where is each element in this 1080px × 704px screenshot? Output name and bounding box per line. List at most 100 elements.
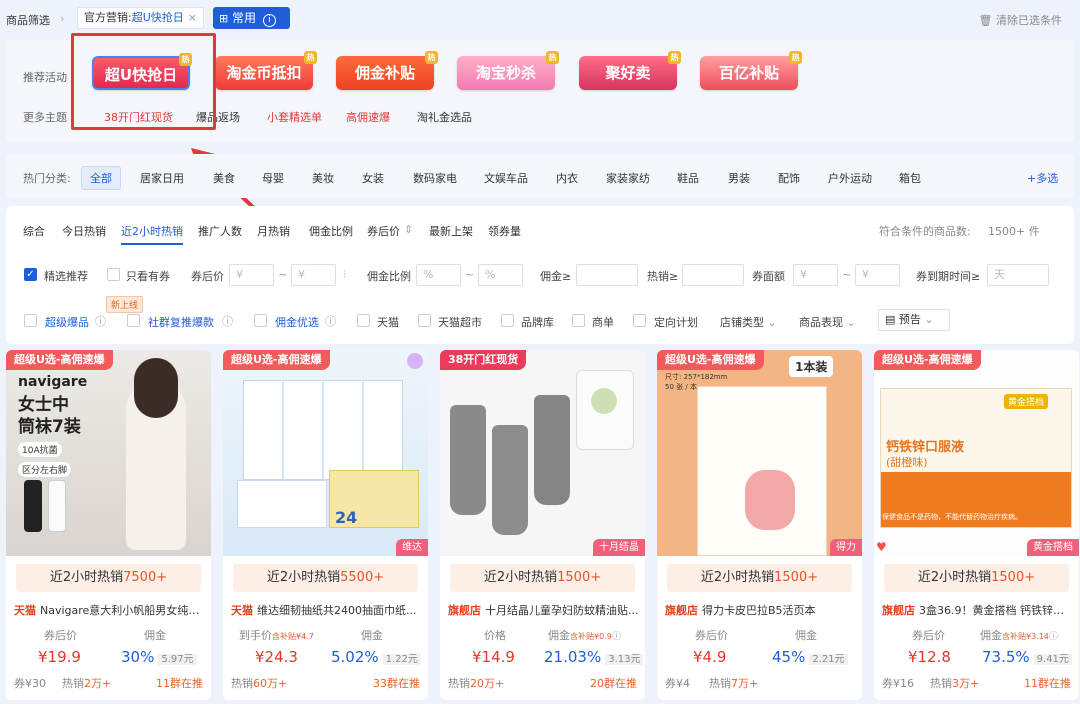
product-image[interactable]: 尺寸: 257*182mm 50 张 / 本 1本装: [657, 350, 862, 556]
commission-input[interactable]: [576, 264, 638, 286]
product-title[interactable]: 天猫 维达细韧抽纸共2400抽面巾纸...: [231, 602, 423, 618]
sales-value: 7万+: [731, 677, 759, 690]
sort-tab[interactable]: 综合: [23, 223, 45, 239]
preview-label: 预告: [898, 313, 921, 326]
multi-select-button[interactable]: +多选: [1027, 170, 1058, 186]
preview-dropdown[interactable]: ▤ 预告 ⌄: [878, 309, 950, 331]
checkbox-coupon-only[interactable]: [107, 268, 120, 281]
ratio-min-input[interactable]: %: [416, 264, 461, 286]
commission-amount: 3.13元: [605, 654, 644, 665]
expire-input[interactable]: 天: [987, 264, 1049, 286]
category-all[interactable]: 全部: [81, 166, 121, 190]
commission-pick-label: 佣金优选: [275, 316, 319, 329]
commission-amount: 1.22元: [382, 654, 421, 665]
category-item[interactable]: 户外运动: [828, 170, 872, 186]
checkbox-plan[interactable]: [633, 314, 646, 327]
category-item[interactable]: 数码家电: [413, 170, 457, 186]
result-count-label: 符合条件的商品数:: [879, 225, 971, 238]
category-item[interactable]: 配饰: [778, 170, 800, 186]
product-title[interactable]: 天猫 Navigare意大利小帆船男女纯色...: [14, 602, 206, 618]
promo-item-seckill[interactable]: 淘宝秒杀热: [457, 51, 559, 90]
checkbox-super-hot[interactable]: [24, 314, 37, 327]
category-item[interactable]: 女装: [362, 170, 384, 186]
promo-tag: 38开门红现货: [440, 350, 527, 370]
checkbox-featured[interactable]: ✓: [24, 268, 37, 281]
sort-tab[interactable]: 月热销: [257, 223, 290, 239]
sales-input[interactable]: [682, 264, 744, 286]
product-image[interactable]: 24: [223, 350, 428, 556]
hot-badge: 热: [304, 51, 317, 64]
category-item[interactable]: 家装家纺: [606, 170, 650, 186]
product-title[interactable]: 旗舰店 得力卡皮巴拉B5活页本: [665, 602, 857, 618]
shop-type-dropdown[interactable]: 店铺类型 ⌄: [720, 314, 777, 330]
sort-tab[interactable]: 今日热销: [62, 223, 106, 239]
group-count-text: 11群在推: [1024, 677, 1071, 690]
theme-link[interactable]: 小套精选单: [267, 109, 322, 125]
category-item[interactable]: 母婴: [262, 170, 284, 186]
checkbox-community[interactable]: [127, 314, 140, 327]
commission-rate: 45%: [772, 648, 806, 666]
category-item[interactable]: 居家日用: [140, 170, 184, 186]
sort-tab[interactable]: 券后价: [367, 223, 400, 239]
category-item[interactable]: 男装: [728, 170, 750, 186]
category-item[interactable]: 文娱车品: [484, 170, 528, 186]
product-title-text: Navigare意大利小帆船男女纯色...: [40, 604, 206, 617]
help-icon[interactable]: ⓘ: [95, 313, 106, 329]
product-title-text: 维达细韧抽纸共2400抽面巾纸...: [257, 604, 417, 617]
product-title[interactable]: 旗舰店 3盒36.9！黄金搭档 钙铁锌口...: [882, 602, 1074, 618]
sort-tab[interactable]: 最新上架: [429, 223, 473, 239]
product-card[interactable]: 尺寸: 257*182mm 50 张 / 本 1本装 超级U选-高佣速爆 得力 …: [657, 350, 862, 700]
promo-item-coin[interactable]: 淘金币抵扣热: [215, 51, 317, 90]
breadcrumb[interactable]: 商品筛选: [6, 12, 50, 28]
performance-dropdown[interactable]: 商品表现 ⌄: [799, 314, 856, 330]
hot-sales-label: 近2小时热销: [700, 570, 775, 585]
price-min-input[interactable]: ¥: [229, 264, 274, 286]
coupon-max-input[interactable]: ¥: [855, 264, 900, 286]
sort-tab-active[interactable]: 近2小时热销: [121, 223, 183, 245]
help-icon[interactable]: ⓘ: [222, 313, 233, 329]
heart-icon[interactable]: ♥: [876, 540, 887, 554]
promo-item-billion[interactable]: 百亿补贴热: [700, 51, 802, 90]
product-title-text: 3盒36.9！黄金搭档 钙铁锌口...: [919, 604, 1074, 617]
product-card[interactable]: 黄金搭档 钙铁锌口服液 (甜橙味) 保健食品不是药物，不能代替药物治疗疾病。 超…: [874, 350, 1079, 700]
sales-label: 热销: [448, 677, 470, 690]
sort-tab[interactable]: 领券量: [488, 223, 521, 239]
category-item[interactable]: 美妆: [312, 170, 334, 186]
price-max-input[interactable]: ¥: [291, 264, 336, 286]
promo-item-commission[interactable]: 佣金补贴热: [336, 51, 438, 90]
ratio-max-input[interactable]: %: [478, 264, 523, 286]
sort-tab[interactable]: 推广人数: [198, 223, 242, 239]
sort-tab[interactable]: 佣金比例: [309, 223, 353, 239]
category-item[interactable]: 美食: [213, 170, 235, 186]
checkbox-brand[interactable]: [501, 314, 514, 327]
category-item[interactable]: 鞋品: [677, 170, 699, 186]
checkbox-tmall-market[interactable]: [418, 314, 431, 327]
theme-link[interactable]: 淘礼金选品: [417, 109, 472, 125]
product-card[interactable]: 24 超级U选-高佣速爆 维达 近2小时热销5500+ 天猫 维达细韧抽纸共240…: [223, 350, 428, 700]
clear-filters-button[interactable]: 🗑 清除已选条件: [979, 12, 1062, 28]
checkbox-order[interactable]: [572, 314, 585, 327]
filter-chip[interactable]: 官方营销:超U快抢日 ×: [77, 7, 204, 29]
help-icon[interactable]: ⓘ: [325, 313, 336, 329]
product-card[interactable]: 38开门红现货 十月结晶 近2小时热销1500+ 旗舰店 十月结晶儿童孕妇防蚊精油…: [440, 350, 645, 700]
promo-item-haomai[interactable]: 聚好卖 热: [579, 51, 681, 90]
checkbox-commission-pick[interactable]: [254, 314, 267, 327]
product-image[interactable]: 黄金搭档 钙铁锌口服液 (甜橙味) 保健食品不是药物，不能代替药物治疗疾病。: [874, 350, 1079, 556]
common-button[interactable]: ⊞ 常用 i: [213, 7, 290, 29]
theme-link[interactable]: 高佣速爆: [346, 109, 390, 125]
sales-label: 热销≥: [647, 270, 679, 283]
close-icon[interactable]: ×: [188, 11, 197, 24]
category-item[interactable]: 箱包: [899, 170, 921, 186]
plugin-bottle: [450, 405, 486, 515]
tmall-label: 天猫: [377, 316, 399, 329]
category-item[interactable]: 内衣: [556, 170, 578, 186]
product-image[interactable]: [440, 350, 645, 556]
hot-badge: 热: [668, 51, 681, 64]
checkbox-tmall[interactable]: [357, 314, 370, 327]
product-image[interactable]: navigare 女士中筒袜7装 10A抗菌 区分左右脚: [6, 350, 211, 556]
product-title[interactable]: 旗舰店 十月结晶儿童孕妇防蚊精油贴...: [448, 602, 640, 618]
hot-badge: 热: [546, 51, 559, 64]
product-card[interactable]: navigare 女士中筒袜7装 10A抗菌 区分左右脚 超级U选-高佣速爆 近…: [6, 350, 211, 700]
range-tilde: ~: [842, 268, 852, 281]
coupon-min-input[interactable]: ¥: [793, 264, 838, 286]
